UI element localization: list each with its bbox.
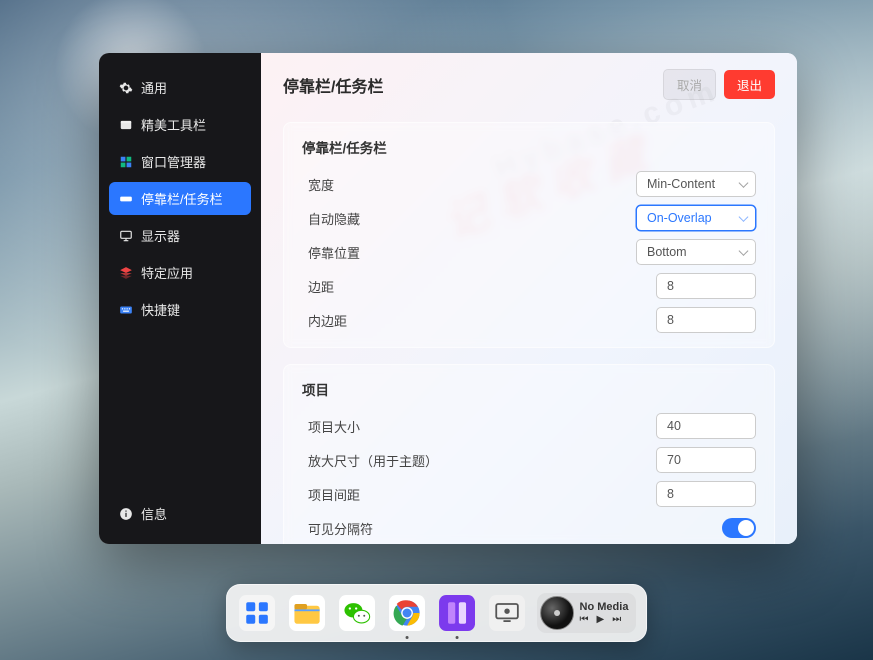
sidebar-item-label: 窗口管理器 bbox=[141, 152, 206, 171]
keyboard-icon bbox=[119, 303, 133, 317]
sidebar: 通用精美工具栏窗口管理器停靠栏/任务栏显示器特定应用快捷键信息 bbox=[99, 53, 261, 544]
select-input[interactable]: On-Overlap bbox=[636, 205, 756, 231]
sidebar-item-label: 停靠栏/任务栏 bbox=[141, 189, 223, 208]
sidebar-item-label: 精美工具栏 bbox=[141, 115, 206, 134]
stack-icon bbox=[119, 266, 133, 280]
setting-label: 项目大小 bbox=[302, 417, 656, 436]
setting-row: 内边距 bbox=[302, 303, 756, 337]
running-indicator bbox=[455, 636, 458, 639]
sidebar-item-label: 显示器 bbox=[141, 226, 180, 245]
select-input[interactable]: Bottom bbox=[636, 239, 756, 265]
setting-row: 可见分隔符 bbox=[302, 511, 756, 544]
dock-app-settings-app[interactable] bbox=[437, 593, 477, 633]
running-indicator bbox=[405, 636, 408, 639]
setting-row: 停靠位置Bottom bbox=[302, 235, 756, 269]
info-icon bbox=[119, 507, 133, 521]
setting-label: 放大尺寸（用于主题） bbox=[302, 451, 656, 470]
setting-label: 宽度 bbox=[302, 175, 636, 194]
dock-app-wechat[interactable] bbox=[337, 593, 377, 633]
prev-track-button[interactable]: ⏮ bbox=[580, 614, 589, 625]
setting-row: 项目大小 bbox=[302, 409, 756, 443]
number-input[interactable] bbox=[656, 481, 756, 507]
album-art-icon bbox=[540, 596, 574, 630]
page-title: 停靠栏/任务栏 bbox=[283, 73, 655, 97]
settings-window: 通用精美工具栏窗口管理器停靠栏/任务栏显示器特定应用快捷键信息 记软收藏 Hyb… bbox=[99, 53, 797, 544]
number-input[interactable] bbox=[656, 273, 756, 299]
monitor-icon bbox=[119, 229, 133, 243]
exit-button[interactable]: 退出 bbox=[724, 70, 775, 99]
cancel-button[interactable]: 取消 bbox=[663, 69, 716, 100]
toggle-switch[interactable] bbox=[722, 518, 756, 538]
sidebar-item-label: 特定应用 bbox=[141, 263, 193, 282]
dock-icon bbox=[119, 192, 133, 206]
number-input[interactable] bbox=[656, 413, 756, 439]
sidebar-item-gear[interactable]: 通用 bbox=[109, 71, 251, 104]
sidebar-item-grid[interactable]: 窗口管理器 bbox=[109, 145, 251, 178]
sidebar-item-dock[interactable]: 停靠栏/任务栏 bbox=[109, 182, 251, 215]
sidebar-item-info[interactable]: 信息 bbox=[109, 497, 251, 530]
scroll-area[interactable]: 停靠栏/任务栏宽度Min-Content自动隐藏On-Overlap停靠位置Bo… bbox=[261, 114, 797, 544]
setting-row: 边距 bbox=[302, 269, 756, 303]
sidebar-item-label: 信息 bbox=[141, 504, 167, 523]
dock-app-files[interactable] bbox=[287, 593, 327, 633]
number-input[interactable] bbox=[656, 447, 756, 473]
grid-icon bbox=[119, 155, 133, 169]
section-title: 停靠栏/任务栏 bbox=[302, 137, 756, 157]
sidebar-item-keyboard[interactable]: 快捷键 bbox=[109, 293, 251, 326]
setting-label: 项目间距 bbox=[302, 485, 656, 504]
play-button[interactable]: ▶ bbox=[597, 614, 605, 625]
media-info: No Media ⏮ ▶ ⏭ bbox=[580, 601, 629, 625]
sidebar-item-label: 通用 bbox=[141, 78, 167, 97]
setting-row: 宽度Min-Content bbox=[302, 167, 756, 201]
setting-row: 自动隐藏On-Overlap bbox=[302, 201, 756, 235]
sidebar-item-window[interactable]: 精美工具栏 bbox=[109, 108, 251, 141]
media-title: No Media bbox=[580, 601, 629, 613]
window-icon bbox=[119, 118, 133, 132]
setting-label: 自动隐藏 bbox=[302, 209, 636, 228]
setting-row: 项目间距 bbox=[302, 477, 756, 511]
setting-label: 可见分隔符 bbox=[302, 519, 722, 538]
number-input[interactable] bbox=[656, 307, 756, 333]
content-pane: 记软收藏 Hybase.com 停靠栏/任务栏 取消 退出 停靠栏/任务栏宽度M… bbox=[261, 53, 797, 544]
sidebar-item-stack[interactable]: 特定应用 bbox=[109, 256, 251, 289]
section-title: 项目 bbox=[302, 379, 756, 399]
sidebar-item-label: 快捷键 bbox=[141, 300, 180, 319]
dock-app-monitor-ctl[interactable] bbox=[487, 593, 527, 633]
next-track-button[interactable]: ⏭ bbox=[612, 614, 621, 625]
setting-row: 放大尺寸（用于主题） bbox=[302, 443, 756, 477]
header: 停靠栏/任务栏 取消 退出 bbox=[261, 53, 797, 114]
setting-label: 停靠位置 bbox=[302, 243, 636, 262]
dock-app-chrome[interactable] bbox=[387, 593, 427, 633]
setting-label: 边距 bbox=[302, 277, 656, 296]
dock-media-widget[interactable]: No Media ⏮ ▶ ⏭ bbox=[537, 593, 637, 633]
setting-label: 内边距 bbox=[302, 311, 656, 330]
sidebar-item-monitor[interactable]: 显示器 bbox=[109, 219, 251, 252]
select-input[interactable]: Min-Content bbox=[636, 171, 756, 197]
gear-icon bbox=[119, 81, 133, 95]
dock: No Media ⏮ ▶ ⏭ bbox=[226, 584, 648, 642]
section: 停靠栏/任务栏宽度Min-Content自动隐藏On-Overlap停靠位置Bo… bbox=[283, 122, 775, 348]
dock-app-start-menu[interactable] bbox=[237, 593, 277, 633]
section: 项目项目大小放大尺寸（用于主题） 项目间距可见分隔符 bbox=[283, 364, 775, 544]
